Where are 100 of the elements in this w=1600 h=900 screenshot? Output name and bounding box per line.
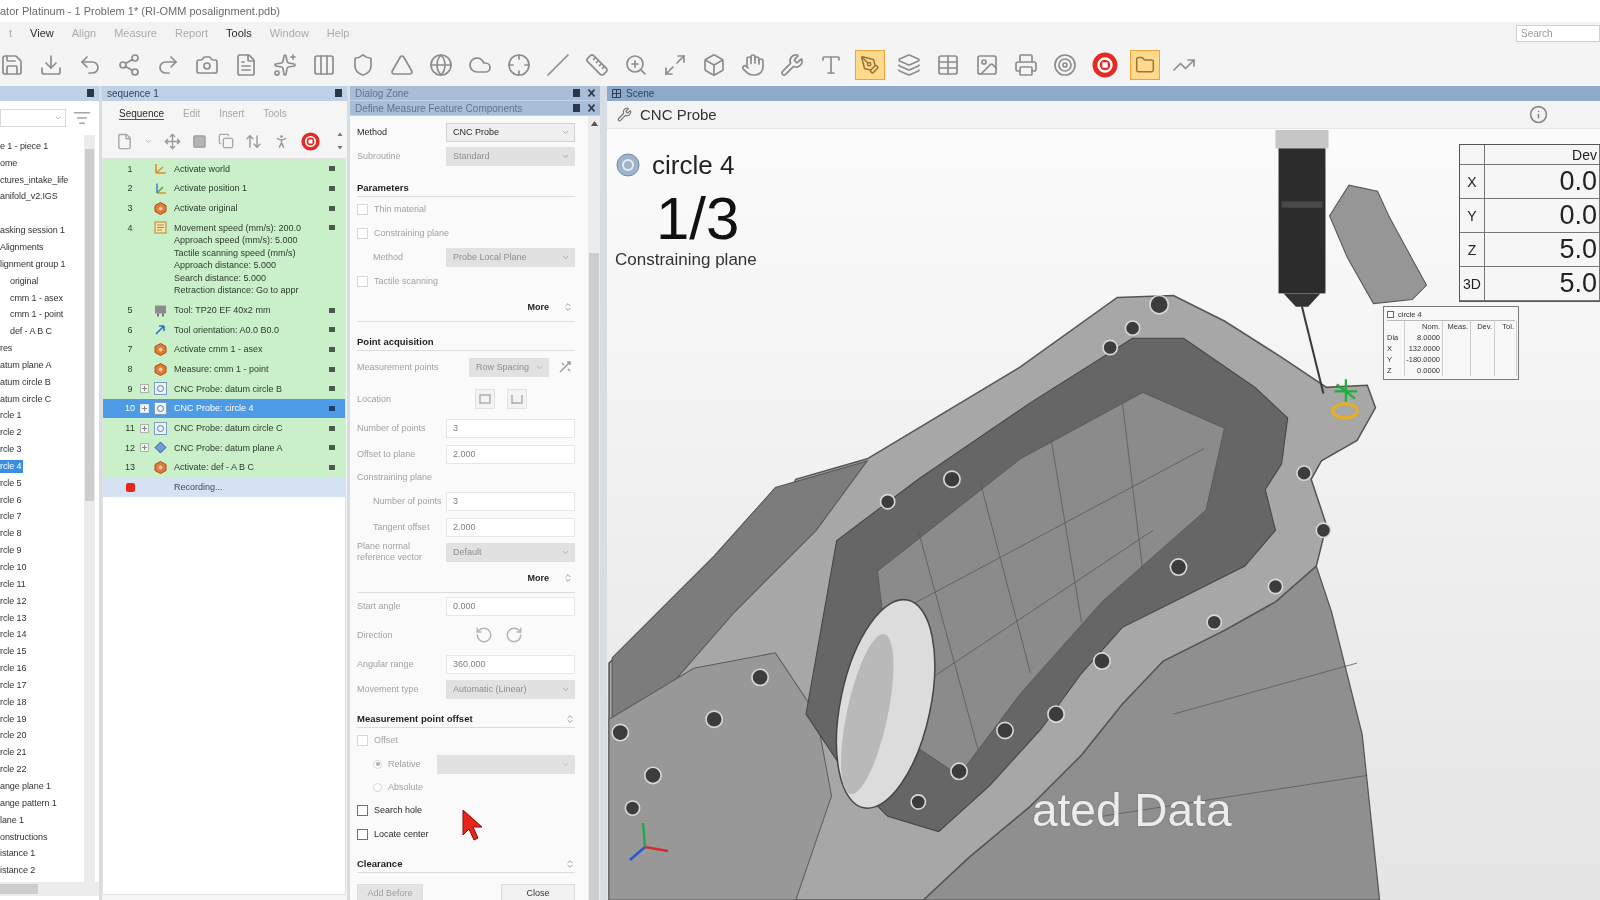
target-icon[interactable] <box>1053 53 1077 77</box>
tree-item[interactable]: rcle 10 <box>0 561 29 574</box>
document-icon[interactable] <box>234 53 258 77</box>
tree-item[interactable]: rcle 19 <box>0 712 29 726</box>
rotate-left-icon[interactable] <box>475 626 493 644</box>
tree-item[interactable]: cmm 1 - point <box>10 308 66 322</box>
scrollbar-thumb[interactable] <box>85 149 94 501</box>
tree-item[interactable]: rcle 13 <box>0 611 29 625</box>
layers-icon[interactable] <box>897 53 921 77</box>
copy-icon[interactable] <box>218 133 234 149</box>
hand-icon[interactable] <box>741 53 765 77</box>
redo-icon[interactable] <box>156 53 180 77</box>
page-icon[interactable] <box>116 132 133 150</box>
sequence-step[interactable]: 4 Movement speed (mm/s): 200.0 Approach speed (mm/s): 5.000 Tactile scanning speed (mm/s) Approach distance: 5.000 Search distance: 5.000 Retraction distance: Go to appr <box>103 218 345 301</box>
tree-item[interactable]: lignment group 1 <box>0 257 68 271</box>
image-icon[interactable] <box>975 53 999 77</box>
tree-item[interactable]: atum circle C <box>0 392 54 406</box>
sequence-step[interactable]: 11 CNC Probe: datum circle C <box>103 418 345 439</box>
scroll-up-icon[interactable] <box>590 121 598 126</box>
vertical-scrollbar[interactable] <box>588 116 600 900</box>
undo-icon[interactable] <box>78 53 102 77</box>
tree-item[interactable]: ctures_intake_life <box>0 173 71 187</box>
sort-icon[interactable] <box>245 132 262 150</box>
tree-item[interactable]: rcle 12 <box>0 594 29 608</box>
printer-icon[interactable] <box>1014 53 1038 77</box>
info-icon[interactable] <box>1529 105 1548 124</box>
camera-icon[interactable] <box>195 53 219 77</box>
crosshair-icon[interactable] <box>507 53 531 77</box>
tree-item[interactable]: original <box>10 274 41 288</box>
wrench-icon[interactable] <box>780 53 804 77</box>
sequence-step[interactable]: 3 Activate original <box>103 198 345 219</box>
text-icon[interactable] <box>819 53 843 77</box>
chevrons-icon[interactable] <box>565 859 575 869</box>
stop-icon[interactable] <box>301 131 320 151</box>
filter-field[interactable] <box>0 109 66 127</box>
sequence-step[interactable]: 6 Tool orientation: A0.0 B0.0 <box>103 319 345 340</box>
ruler-icon[interactable] <box>585 53 609 77</box>
sequence-step[interactable]: 13 Activate: def - A B C <box>103 457 345 478</box>
sequence-step[interactable]: 7 Activate cmm 1 - asex <box>103 339 345 360</box>
menu-item[interactable]: Tools <box>217 24 261 42</box>
tree-item[interactable]: rcle 11 <box>0 577 28 591</box>
tree-item[interactable]: rcle 3 <box>0 443 24 457</box>
tree-item[interactable]: cmm 1 - asex <box>10 291 65 305</box>
expand-icon[interactable] <box>140 443 149 453</box>
tree-item[interactable]: asking session 1 <box>0 224 67 238</box>
tree-item[interactable]: onstructions <box>0 830 50 844</box>
tree-item[interactable]: rcle 18 <box>0 695 29 709</box>
more-button[interactable]: More <box>525 573 575 583</box>
chevrons-icon[interactable] <box>565 714 575 724</box>
tree-item[interactable]: e 1 - piece 1 <box>0 139 51 153</box>
sparkle-icon[interactable] <box>273 53 297 77</box>
tree-item[interactable]: atum circle B <box>0 375 53 389</box>
close-icon[interactable] <box>588 89 595 97</box>
menu-item[interactable]: View <box>21 24 63 42</box>
tree-item[interactable]: lane 1 <box>0 813 26 827</box>
pen-icon[interactable] <box>855 50 885 80</box>
filter-icon[interactable] <box>73 109 91 127</box>
share-icon[interactable] <box>117 53 141 77</box>
vertical-scrollbar[interactable] <box>84 135 95 882</box>
search-field[interactable]: Search <box>1516 24 1600 42</box>
stop-square-icon[interactable] <box>192 133 207 149</box>
scrollbar-thumb[interactable] <box>589 253 599 900</box>
tree-item[interactable]: rcle 22 <box>0 763 29 777</box>
tree-item[interactable]: rcle 16 <box>0 662 29 676</box>
tree-item[interactable]: rcle 20 <box>0 729 29 743</box>
cube-icon[interactable] <box>702 53 726 77</box>
close-icon[interactable] <box>588 104 595 112</box>
scroll-arrows-icon[interactable] <box>337 131 343 151</box>
more-button[interactable]: More <box>525 302 575 312</box>
triangle-icon[interactable] <box>390 53 414 77</box>
globe-icon[interactable] <box>429 53 453 77</box>
rotate-right-icon[interactable] <box>505 626 523 644</box>
table-icon[interactable] <box>936 53 960 77</box>
tree-item[interactable]: rcle 8 <box>0 527 24 541</box>
tree-item[interactable]: Alignments <box>0 241 46 254</box>
frame-icon[interactable] <box>475 389 495 409</box>
move-icon[interactable] <box>164 132 181 150</box>
shield-icon[interactable] <box>351 53 375 77</box>
sequence-step[interactable]: 12 CNC Probe: datum plane A <box>103 438 345 458</box>
tree-item[interactable]: rcle 2 <box>0 426 24 440</box>
tree-item[interactable]: rcle 15 <box>0 645 29 659</box>
tree-item[interactable]: istance 1 <box>0 847 38 861</box>
tree-item[interactable]: istance 2 <box>0 864 38 878</box>
dropdown[interactable]: CNC Probe <box>446 122 575 142</box>
tree-item[interactable]: rcle 5 <box>0 476 24 490</box>
sequence-step[interactable]: 9 CNC Probe: datum circle B <box>103 379 345 399</box>
dialog-button[interactable]: Close <box>501 884 575 900</box>
diagonal-arrow-icon[interactable] <box>558 360 572 374</box>
tree-item[interactable]: ange plane 1 <box>0 780 53 793</box>
columns-icon[interactable] <box>312 53 336 77</box>
maximize-icon[interactable] <box>663 53 687 77</box>
expand-icon[interactable] <box>140 384 149 394</box>
tray-icon[interactable] <box>507 389 527 409</box>
sequence-step[interactable]: 8 Measure: cmm 1 - point <box>103 359 345 379</box>
tree-item[interactable]: def - A B C <box>10 325 54 339</box>
zoom-in-icon[interactable] <box>624 53 648 77</box>
tree-item[interactable]: rcle 1 <box>0 409 24 423</box>
checkbox[interactable] <box>357 804 368 816</box>
horizontal-scrollbar[interactable] <box>0 882 99 896</box>
line-icon[interactable] <box>546 53 570 77</box>
